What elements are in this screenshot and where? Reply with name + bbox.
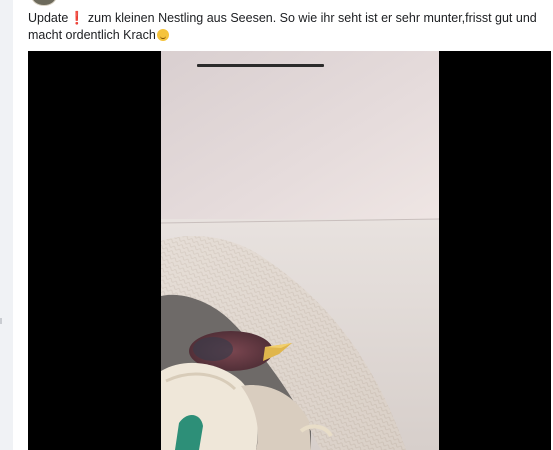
video-frame-nestling bbox=[161, 51, 439, 450]
post-card: Update❗ zum kleinen Nestling aus Seesen. … bbox=[13, 0, 553, 450]
post-text-start: Update bbox=[28, 11, 69, 25]
author-avatar[interactable] bbox=[31, 0, 57, 6]
page-edge-marker bbox=[0, 318, 2, 324]
smiling-emoji-icon bbox=[156, 29, 169, 41]
exclamation-emoji-icon: ❗ bbox=[69, 11, 85, 25]
post-text-body: zum kleinen Nestling aus Seesen. So wie … bbox=[28, 11, 537, 42]
post-text: Update❗ zum kleinen Nestling aus Seesen. … bbox=[28, 10, 548, 44]
nestling-video-image bbox=[161, 51, 439, 450]
video-player[interactable] bbox=[28, 51, 551, 450]
